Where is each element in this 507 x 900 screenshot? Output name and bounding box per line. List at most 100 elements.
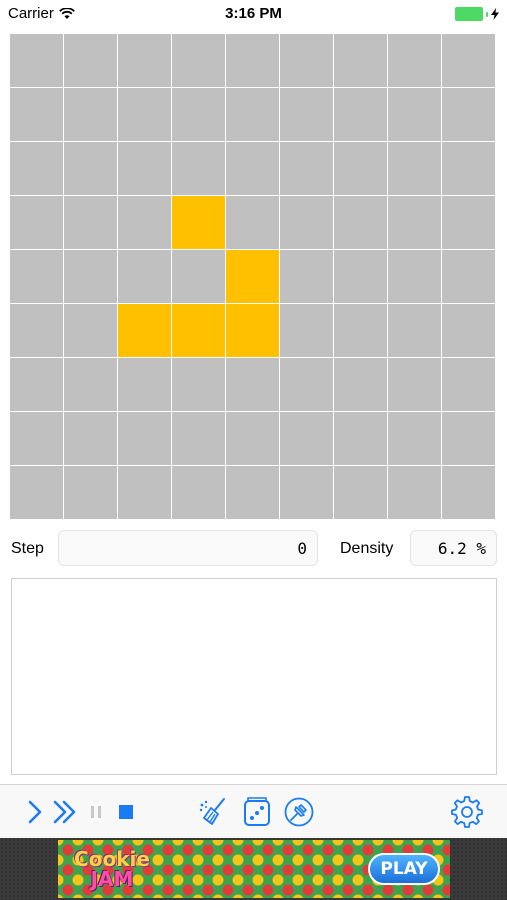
- grid-cell[interactable]: [10, 358, 63, 411]
- grid-cell[interactable]: [118, 88, 171, 141]
- grid-cell[interactable]: [442, 250, 495, 303]
- grid-cell[interactable]: [172, 142, 225, 195]
- grid-cell[interactable]: [334, 142, 387, 195]
- grid-cell[interactable]: [172, 34, 225, 87]
- grid-cell[interactable]: [10, 196, 63, 249]
- grid-cell[interactable]: [226, 358, 279, 411]
- grid-cell[interactable]: [226, 34, 279, 87]
- grid-cell[interactable]: [334, 466, 387, 519]
- grid-cell[interactable]: [64, 466, 117, 519]
- run-button[interactable]: [48, 795, 82, 829]
- grid-cell[interactable]: [442, 142, 495, 195]
- grid-cell[interactable]: [280, 34, 333, 87]
- stop-button[interactable]: [109, 795, 143, 829]
- density-label: Density: [340, 540, 394, 557]
- stats-row: Step 0 Density 6.2 %: [0, 530, 507, 568]
- grid-cell[interactable]: [280, 358, 333, 411]
- grid-cell[interactable]: [442, 88, 495, 141]
- grid-cell[interactable]: [280, 196, 333, 249]
- grid-cell[interactable]: [388, 142, 441, 195]
- bottom-toolbar: [0, 784, 507, 839]
- grid-cell[interactable]: [388, 304, 441, 357]
- grid-cell[interactable]: [172, 466, 225, 519]
- grid-cell[interactable]: [334, 250, 387, 303]
- grid-cell[interactable]: [280, 142, 333, 195]
- grid-cell-alive[interactable]: [226, 250, 279, 303]
- ad-play-button[interactable]: PLAY: [368, 853, 440, 885]
- grid-cell[interactable]: [334, 304, 387, 357]
- grid-cell[interactable]: [280, 250, 333, 303]
- grid-cell[interactable]: [334, 358, 387, 411]
- grid-cell[interactable]: [388, 466, 441, 519]
- ad-banner[interactable]: Cookie JAM PLAY: [0, 838, 507, 900]
- grid-cell[interactable]: [64, 358, 117, 411]
- grid-cell[interactable]: [280, 466, 333, 519]
- grid-cell[interactable]: [280, 412, 333, 465]
- grid-cell[interactable]: [10, 304, 63, 357]
- grid-cell[interactable]: [334, 34, 387, 87]
- grid-cell[interactable]: [388, 196, 441, 249]
- grid-cell[interactable]: [10, 142, 63, 195]
- grid-cell[interactable]: [64, 142, 117, 195]
- grid-cell[interactable]: [118, 412, 171, 465]
- grid-cell[interactable]: [118, 358, 171, 411]
- grid-cell[interactable]: [388, 250, 441, 303]
- ad-creative[interactable]: Cookie JAM PLAY: [58, 840, 450, 898]
- grid-cell[interactable]: [10, 412, 63, 465]
- grid-cell[interactable]: [442, 358, 495, 411]
- grid-cell[interactable]: [10, 88, 63, 141]
- grid-cell[interactable]: [10, 466, 63, 519]
- grid-cell[interactable]: [442, 304, 495, 357]
- grid-cell[interactable]: [280, 304, 333, 357]
- grid-cell-alive[interactable]: [172, 196, 225, 249]
- grid-cell[interactable]: [334, 196, 387, 249]
- grid-cell[interactable]: [388, 34, 441, 87]
- grid-cell[interactable]: [118, 196, 171, 249]
- grid-cell[interactable]: [442, 412, 495, 465]
- grid-cell[interactable]: [118, 34, 171, 87]
- grid-cell[interactable]: [280, 88, 333, 141]
- grid-cell[interactable]: [64, 304, 117, 357]
- stop-square-icon: [119, 805, 133, 819]
- random-button[interactable]: [240, 795, 274, 829]
- grid-cell[interactable]: [172, 412, 225, 465]
- clear-button[interactable]: [197, 795, 231, 829]
- grid-cell[interactable]: [118, 142, 171, 195]
- grid-cell[interactable]: [442, 466, 495, 519]
- grid-cell[interactable]: [64, 412, 117, 465]
- grid-cell[interactable]: [64, 250, 117, 303]
- grid-cell[interactable]: [226, 142, 279, 195]
- life-grid[interactable]: [10, 34, 498, 522]
- grid-cell[interactable]: [226, 412, 279, 465]
- grid-cell-alive[interactable]: [226, 304, 279, 357]
- grid-cell[interactable]: [388, 358, 441, 411]
- grid-cell[interactable]: [10, 250, 63, 303]
- pin-button[interactable]: [282, 795, 316, 829]
- grid-cell[interactable]: [442, 196, 495, 249]
- grid-cell[interactable]: [388, 412, 441, 465]
- grid-cell[interactable]: [172, 358, 225, 411]
- log-text-area[interactable]: [11, 578, 497, 775]
- grid-cell[interactable]: [118, 466, 171, 519]
- grid-cell[interactable]: [226, 88, 279, 141]
- grid-cell[interactable]: [226, 466, 279, 519]
- grid-cell[interactable]: [64, 34, 117, 87]
- pause-button[interactable]: [79, 795, 113, 829]
- grid-cell[interactable]: [172, 88, 225, 141]
- grid-cell-alive[interactable]: [118, 304, 171, 357]
- grid-cell[interactable]: [10, 34, 63, 87]
- grid-cell[interactable]: [388, 88, 441, 141]
- grid-cell[interactable]: [334, 412, 387, 465]
- grid-cell[interactable]: [442, 34, 495, 87]
- step-button[interactable]: [18, 795, 52, 829]
- grid-cell[interactable]: [172, 250, 225, 303]
- grid-cell[interactable]: [226, 196, 279, 249]
- grid-cell[interactable]: [334, 88, 387, 141]
- settings-button[interactable]: [450, 795, 484, 829]
- broom-icon: [199, 798, 225, 825]
- density-field: 6.2 %: [410, 530, 497, 566]
- grid-cell-alive[interactable]: [172, 304, 225, 357]
- grid-cell[interactable]: [64, 196, 117, 249]
- grid-cell[interactable]: [118, 250, 171, 303]
- grid-cell[interactable]: [64, 88, 117, 141]
